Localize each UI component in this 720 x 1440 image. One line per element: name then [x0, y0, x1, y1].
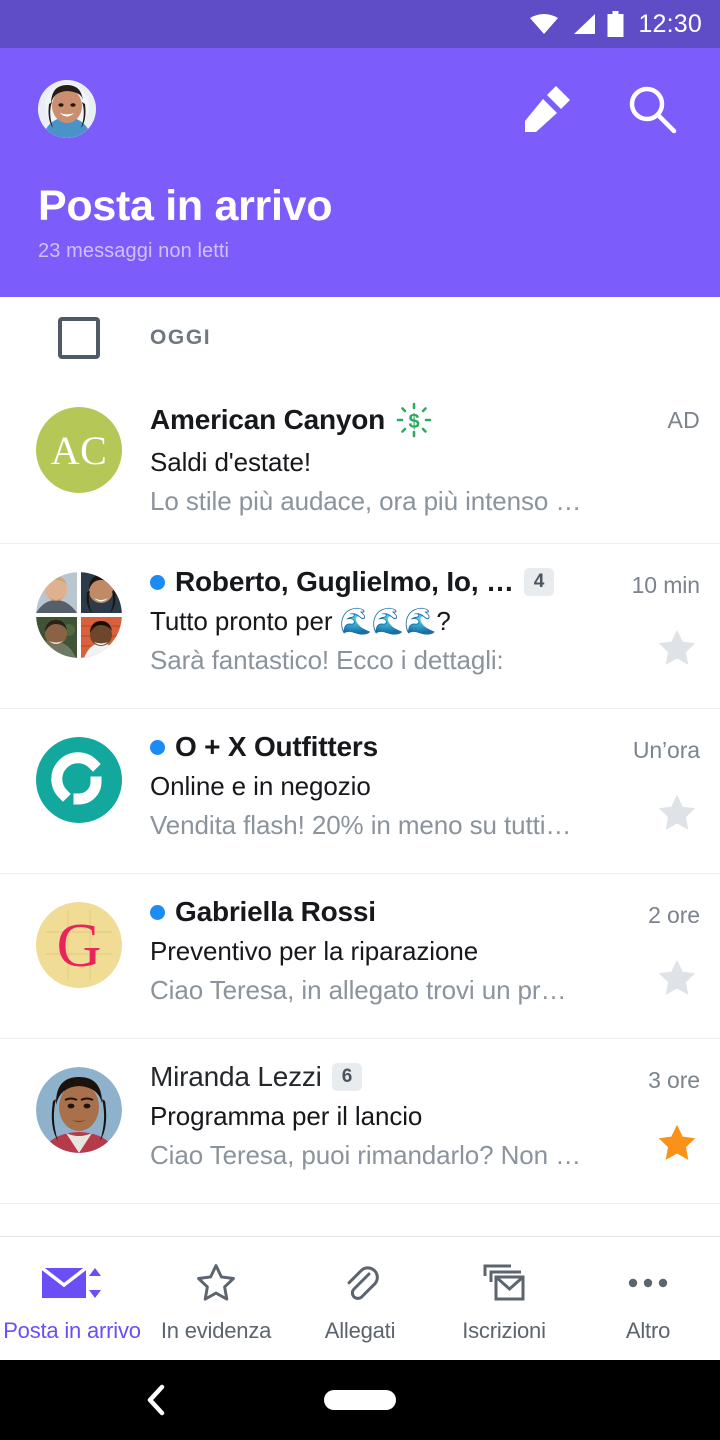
nav-label: In evidenza [160, 1317, 272, 1343]
more-dots-icon [628, 1278, 668, 1287]
sender-name: Gabriella Rossi [175, 896, 376, 927]
nav-label: Iscrizioni [462, 1317, 546, 1343]
nav-label: Altro [625, 1317, 671, 1343]
unread-dot [150, 739, 165, 755]
system-navigation-bar [0, 1360, 720, 1440]
user-avatar[interactable] [38, 80, 96, 138]
nav-item-more[interactable]: Altro [576, 1254, 720, 1344]
subject: Online e in negozio [150, 771, 371, 801]
star-outline-icon [658, 794, 696, 830]
unread-count-subtitle: 23 messaggi non letti [38, 240, 230, 262]
preview: Vendita flash! 20% in meno su tutti… [150, 810, 572, 840]
star-button[interactable] [654, 1120, 700, 1166]
ad-label: AD [667, 407, 700, 433]
avatar-initials: G [57, 912, 102, 980]
status-bar: 12:30 [0, 0, 720, 48]
avatar-monogram: G [36, 902, 122, 988]
timestamp: Un’ora [632, 737, 700, 763]
message-count-badge: 6 [331, 1062, 363, 1092]
back-chevron-icon [147, 1384, 165, 1416]
nav-item-starred[interactable]: In evidenza [144, 1254, 288, 1344]
bottom-navigation: Posta in arrivo In evidenza Allegati Isc… [0, 1236, 720, 1360]
table-row[interactable]: G Gabriella Rossi Preventivo per la ripa… [0, 874, 720, 1039]
unread-dot [150, 904, 165, 920]
deal-dollar-icon: $ [396, 402, 432, 438]
timestamp: 10 min [631, 572, 701, 598]
message-list: OGGI AC American Canyon $ Saldi d'estate… [0, 297, 720, 1236]
page-title: Posta in arrivo [38, 181, 333, 230]
battery-icon [607, 11, 624, 37]
table-row[interactable]: Roberto, Guglielmo, Io, … 4 Tutto pronto… [0, 544, 720, 709]
star-filled-icon [658, 1124, 696, 1160]
status-clock: 12:30 [638, 9, 702, 38]
sender-name: Roberto, Guglielmo, Io, … [175, 566, 514, 597]
table-row[interactable]: Miranda Lezzi 6 Programma per il lancio … [0, 1039, 720, 1204]
section-label: OGGI [150, 326, 212, 349]
back-button[interactable] [143, 1383, 169, 1417]
wifi-icon [530, 14, 559, 34]
sender-name: Miranda Lezzi [150, 1061, 322, 1092]
paperclip-icon [347, 1265, 379, 1300]
avatar-photo [36, 1067, 122, 1153]
star-button[interactable] [654, 625, 700, 671]
star-outline-icon [197, 1263, 235, 1301]
page-title-block: Posta in arrivo 23 messaggi non letti [38, 181, 333, 263]
star-outline-icon [658, 959, 696, 995]
avatar-group [36, 572, 122, 658]
svg-text:$: $ [409, 411, 420, 433]
avatar-logo [36, 737, 122, 823]
preview: Sarà fantastico! Ecco i dettagli: [150, 645, 504, 675]
search-button[interactable] [626, 83, 678, 135]
preview: Ciao Teresa, puoi rimandarlo? Non … [150, 1140, 582, 1170]
compose-button[interactable] [520, 82, 574, 136]
subject: Preventivo per la riparazione [150, 936, 479, 966]
subscriptions-icon [483, 1264, 525, 1300]
timestamp: 3 ore [648, 1067, 700, 1093]
star-outline-icon [658, 629, 696, 665]
nav-label: Posta in arrivo [3, 1317, 141, 1343]
unread-dot [150, 574, 165, 590]
home-button[interactable] [324, 1390, 396, 1410]
timestamp: 2 ore [648, 902, 700, 928]
nav-item-inbox[interactable]: Posta in arrivo [0, 1254, 144, 1344]
star-button[interactable] [654, 790, 700, 836]
select-all-checkbox[interactable] [58, 317, 100, 359]
table-row[interactable]: O + X Outfitters Online e in negozio Ven… [0, 709, 720, 874]
sender-name: O + X Outfitters [175, 731, 378, 762]
message-count-badge: 4 [523, 567, 555, 597]
compose-icon [525, 86, 570, 132]
sender-name: American Canyon [150, 404, 386, 435]
star-button[interactable] [654, 955, 700, 1001]
nav-item-attachments[interactable]: Allegati [288, 1254, 432, 1344]
avatar-initials: AC [50, 427, 108, 473]
search-icon [629, 86, 677, 134]
inbox-envelope-icon [40, 1266, 101, 1298]
avatar: AC [36, 407, 122, 493]
brand-arc-icon [51, 752, 102, 805]
subject: Programma per il lancio [150, 1101, 423, 1131]
app-header: Posta in arrivo 23 messaggi non letti [0, 48, 720, 297]
subject: Saldi d'estate! [150, 447, 312, 477]
nav-item-subscriptions[interactable]: Iscrizioni [432, 1254, 576, 1344]
nav-label: Allegati [324, 1317, 396, 1343]
preview: Ciao Teresa, in allegato trovi un pr… [150, 975, 567, 1005]
subject: Tutto pronto per 🌊🌊🌊? [150, 606, 451, 636]
section-header-today: OGGI [0, 297, 720, 379]
phone-screen: 12:30 Posta in arrivo 23 messaggi non le… [0, 0, 720, 1440]
preview: Lo stile più audace, ora più intenso che… [150, 486, 582, 516]
signal-icon [574, 14, 596, 34]
table-row[interactable]: AC American Canyon $ Saldi d'estate! Lo … [0, 379, 720, 544]
